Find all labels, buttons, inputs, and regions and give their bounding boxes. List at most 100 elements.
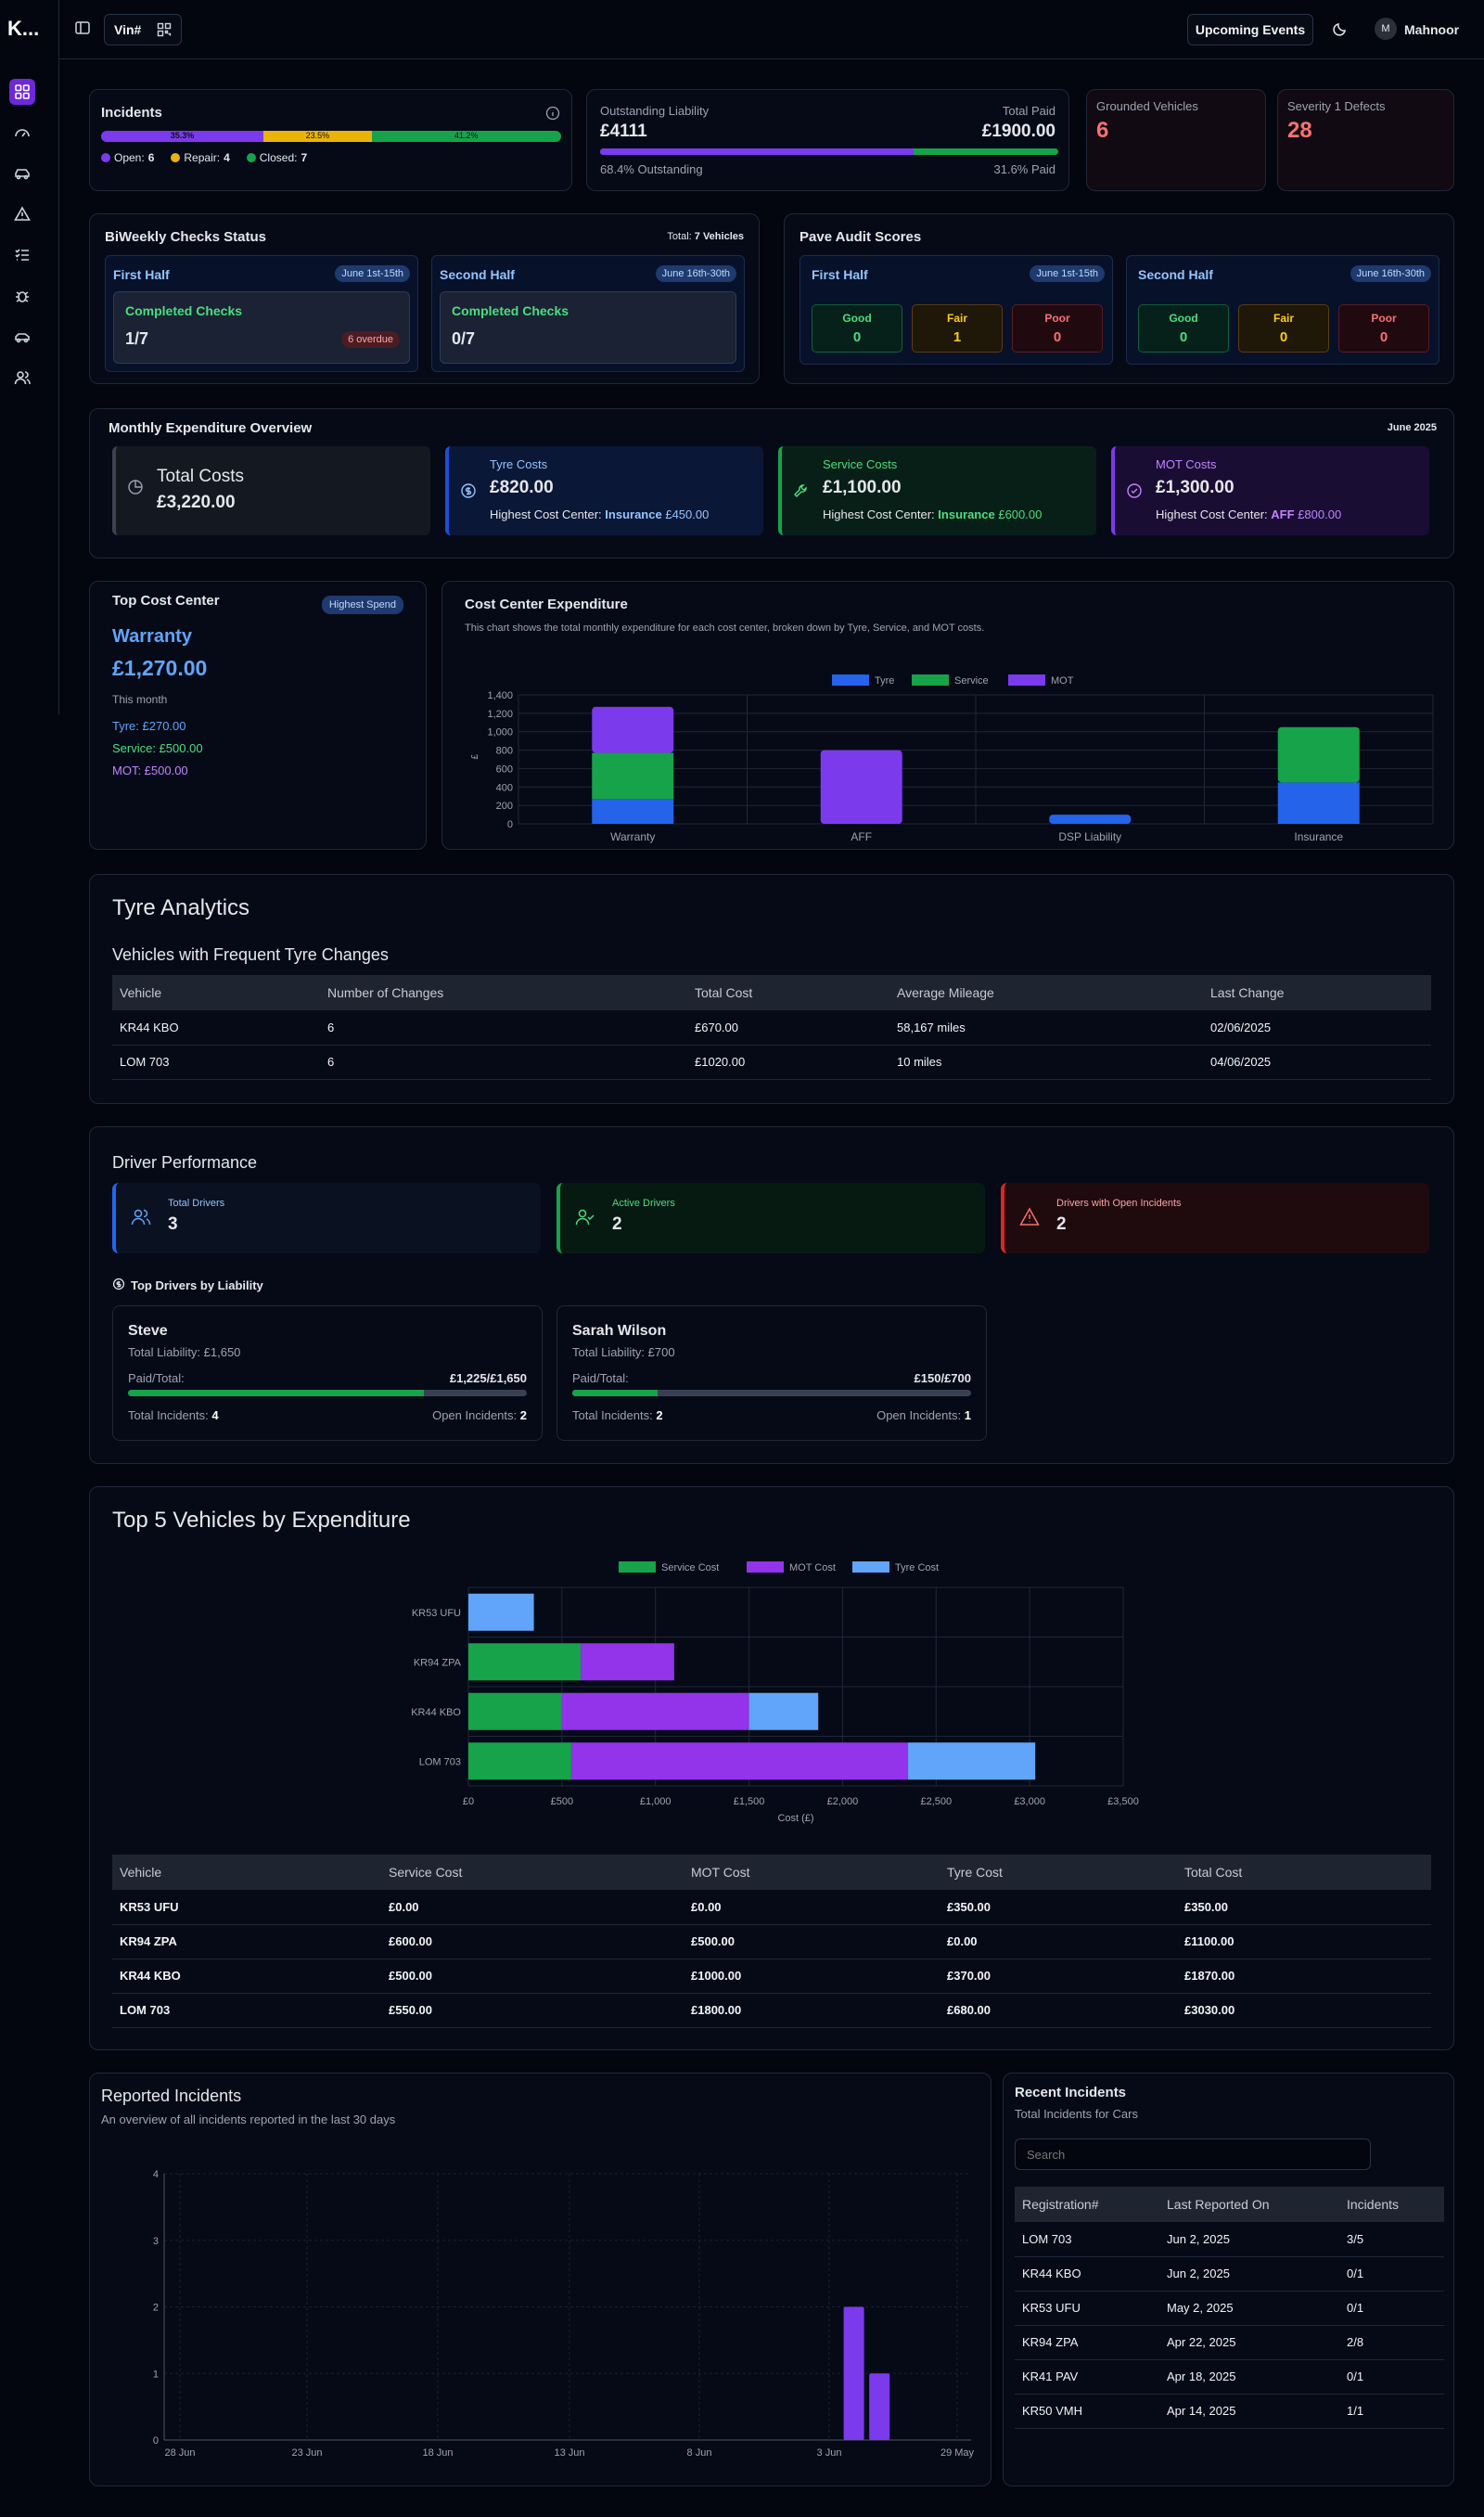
vin-scanner-button[interactable]: Vin# <box>104 14 182 45</box>
table-cell: 3/5 <box>1339 2222 1444 2257</box>
bug-icon[interactable] <box>9 283 35 309</box>
table-row[interactable]: KR94 ZPA £600.00 £500.00 £0.00 £1100.00 <box>112 1924 1431 1959</box>
checklist-icon[interactable] <box>9 242 35 268</box>
first-half-panel[interactable]: First Half June 1st-15th Completed Check… <box>105 255 418 372</box>
tyre-costs-value: £820.00 <box>490 478 554 497</box>
bar-segment[interactable] <box>748 1692 819 1730</box>
legend-item[interactable]: MOT Cost <box>747 1561 836 1573</box>
pave-first-half-panel[interactable]: First Half June 1st-15th Good 0 Fair 1 Poo… <box>800 255 1113 365</box>
info-icon[interactable] <box>545 106 560 125</box>
column-header[interactable]: Tyre Cost <box>940 1855 1177 1890</box>
severity-defects-card[interactable]: Severity 1 Defects 28 <box>1277 89 1454 191</box>
driver-card[interactable]: Steve Total Liability: £1,650 Paid/Total… <box>112 1305 543 1441</box>
table-cell: 2/8 <box>1339 2325 1444 2360</box>
tyre-costs-tile[interactable]: Tyre Costs £820.00 Highest Cost Center: … <box>445 446 763 535</box>
liability-card[interactable]: Outstanding Liability £4111 Total Paid £… <box>586 89 1069 191</box>
open-incidents-drivers-tile[interactable]: Drivers with Open Incidents 2 <box>1001 1183 1429 1253</box>
legend-item[interactable]: Tyre <box>832 674 894 687</box>
tyre-analytics-title: Tyre Analytics <box>112 895 250 920</box>
column-header[interactable]: Registration# <box>1015 2187 1159 2222</box>
table-row[interactable]: KR53 UFU £0.00 £0.00 £350.00 £350.00 <box>112 1890 1431 1925</box>
table-row[interactable]: KR44 KBO £500.00 £1000.00 £370.00 £1870.00 <box>112 1958 1431 1994</box>
brand-logo[interactable]: K... <box>7 17 39 41</box>
table-row[interactable]: LOM 703 6 £1020.00 10 miles 04/06/2025 <box>112 1045 1431 1080</box>
user-name[interactable]: Mahnoor <box>1404 22 1459 37</box>
column-header[interactable]: Vehicle <box>112 975 320 1010</box>
table-row[interactable]: KR41 PAV Apr 18, 2025 0/1 <box>1015 2359 1444 2395</box>
paid-pct: 31.6% Paid <box>993 162 1056 176</box>
grounded-vehicles-card[interactable]: Grounded Vehicles 6 <box>1086 89 1266 191</box>
bar-segment[interactable] <box>908 1742 1036 1780</box>
total-drivers-tile[interactable]: Total Drivers 3 <box>112 1183 541 1253</box>
table-row[interactable]: KR53 UFU May 2, 2025 0/1 <box>1015 2291 1444 2326</box>
search-input[interactable] <box>1015 2138 1371 2170</box>
table-row[interactable]: KR44 KBO 6 £670.00 58,167 miles 02/06/2025 <box>112 1010 1431 1046</box>
incident-bar[interactable] <box>869 2373 890 2440</box>
sidebar-toggle-icon[interactable] <box>74 19 91 41</box>
table-row[interactable]: KR94 ZPA Apr 22, 2025 2/8 <box>1015 2325 1444 2360</box>
bar-segment[interactable] <box>592 706 674 753</box>
table-cell: £1000.00 <box>684 1958 940 1994</box>
column-header[interactable]: MOT Cost <box>684 1855 940 1890</box>
bar-segment[interactable] <box>581 1643 674 1681</box>
avatar[interactable]: M <box>1375 18 1397 40</box>
column-header[interactable]: Total Cost <box>687 975 889 1010</box>
legend-item[interactable]: MOT <box>1008 674 1074 687</box>
bar-segment[interactable] <box>468 1692 562 1730</box>
column-header[interactable]: Incidents <box>1339 2187 1444 2222</box>
bar-segment[interactable] <box>1049 815 1132 824</box>
bar-segment[interactable] <box>1277 726 1360 783</box>
dashboard-icon[interactable] <box>9 79 35 105</box>
closed-label: Closed: <box>259 151 298 164</box>
driver-card[interactable]: Sarah Wilson Total Liability: £700 Paid/… <box>556 1305 987 1441</box>
driver-performance-title: Driver Performance <box>112 1153 258 1172</box>
bar-segment[interactable] <box>570 1742 909 1780</box>
dark-mode-toggle-icon[interactable] <box>1332 20 1349 42</box>
paid-label: Paid/Total: <box>128 1371 185 1385</box>
column-header[interactable]: Last Change <box>1203 975 1431 1010</box>
column-header[interactable]: Vehicle <box>112 1855 381 1890</box>
reported-incidents-chart: 0 1 2 3 4 28 Jun 23 Jun 18 Jun 13 Jun 8 Jun 3 Jun 2… <box>153 2169 975 2459</box>
bar-segment[interactable] <box>468 1742 571 1780</box>
bar-segment[interactable] <box>468 1593 534 1631</box>
pave-second-half-panel[interactable]: Second Half June 16th-30th Good 0 Fair 0 P… <box>1126 255 1439 365</box>
table-row[interactable]: KR44 KBO Jun 2, 2025 0/1 <box>1015 2256 1444 2292</box>
open-incidents-label: Open Incidents: <box>876 1408 962 1422</box>
hc-label: Highest Cost Center: <box>1156 507 1268 521</box>
column-header[interactable]: Last Reported On <box>1159 2187 1339 2222</box>
table-row[interactable]: LOM 703 £550.00 £1800.00 £680.00 £3030.00 <box>112 1993 1431 2028</box>
legend-item[interactable]: Tyre Cost <box>852 1561 939 1573</box>
column-header[interactable]: Total Cost <box>1177 1855 1431 1890</box>
incidents-card[interactable]: Incidents 35.3% 23.5% 41.2% Open: 6 Repai… <box>89 89 572 191</box>
service-costs-tile[interactable]: Service Costs £1,100.00 Highest Cost Cen… <box>778 446 1096 535</box>
table-row[interactable]: KR50 VMH Apr 14, 2025 1/1 <box>1015 2394 1444 2429</box>
column-header[interactable]: Average Mileage <box>889 975 1203 1010</box>
users-icon[interactable] <box>9 365 35 391</box>
bar-segment[interactable] <box>1277 782 1360 824</box>
legend-item[interactable]: Service Cost <box>619 1561 719 1573</box>
warning-icon[interactable] <box>9 201 35 227</box>
car-icon[interactable] <box>9 161 35 186</box>
mot-costs-tile[interactable]: MOT Costs £1,300.00 Highest Cost Center:… <box>1111 446 1429 535</box>
table-cell: Apr 18, 2025 <box>1159 2359 1339 2395</box>
bar-segment[interactable] <box>592 799 674 824</box>
table-cell: KR44 KBO <box>1015 2256 1159 2292</box>
column-header[interactable]: Number of Changes <box>320 975 687 1010</box>
vehicle-icon[interactable] <box>9 324 35 350</box>
bar-segment[interactable] <box>820 750 902 824</box>
active-drivers-tile[interactable]: Active Drivers 2 <box>556 1183 985 1253</box>
bar-segment[interactable] <box>468 1643 582 1681</box>
table-row[interactable]: LOM 703 Jun 2, 2025 3/5 <box>1015 2222 1444 2257</box>
legend-item[interactable]: Service <box>912 674 989 687</box>
bar-segment[interactable] <box>561 1692 749 1730</box>
upcoming-events-button[interactable]: Upcoming Events <box>1187 14 1313 45</box>
bar-segment[interactable] <box>592 752 674 800</box>
y-tick-label: 0 <box>153 2435 159 2446</box>
second-half-panel[interactable]: Second Half June 16th-30th Completed Che… <box>431 255 745 372</box>
column-header[interactable]: Service Cost <box>381 1855 684 1890</box>
table-cell: Apr 22, 2025 <box>1159 2325 1339 2360</box>
gauge-icon[interactable] <box>9 120 35 146</box>
severity-title: Severity 1 Defects <box>1287 99 1386 113</box>
total-costs-tile[interactable]: Total Costs £3,220.00 <box>112 446 430 535</box>
incident-bar[interactable] <box>843 2306 864 2441</box>
